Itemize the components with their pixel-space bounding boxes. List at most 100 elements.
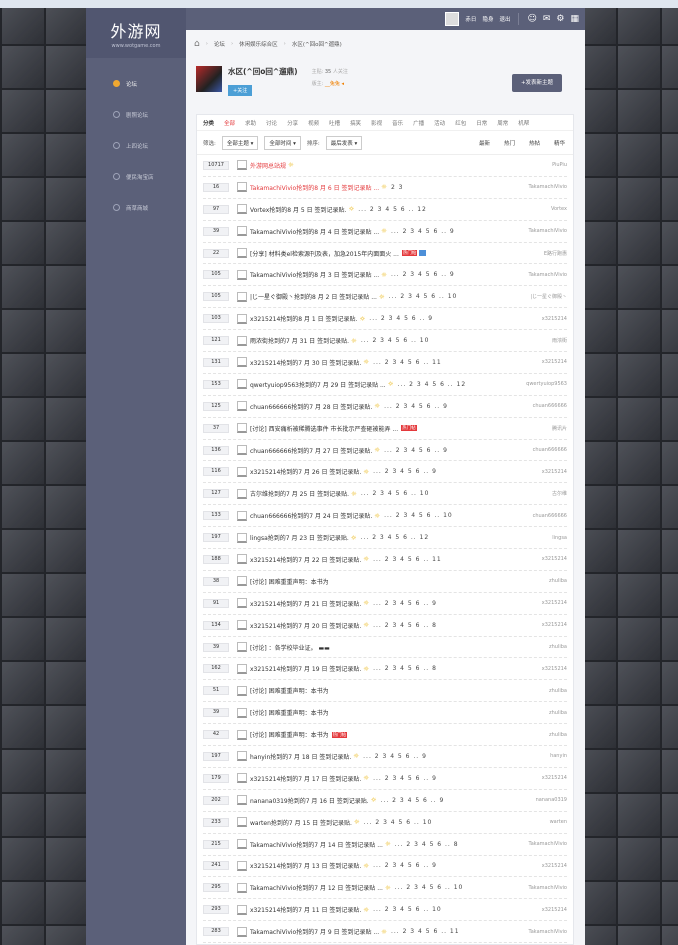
- thread-title[interactable]: 雨浓街抢到的7 月 31 日 签到记录贴.: [250, 336, 349, 345]
- category-tab[interactable]: 日常: [476, 119, 487, 127]
- thread-row[interactable]: 162 x3215214抢到的7 月 19 日 签到记录贴. ☼... 2 3 4 …: [203, 658, 567, 681]
- thread-author[interactable]: x3215214: [542, 775, 567, 781]
- thread-author[interactable]: x3215214: [542, 666, 567, 672]
- page-links[interactable]: ... 2 3 4 5 6 .. 9: [391, 228, 455, 235]
- thread-title[interactable]: [讨论] 困难重重声明：本书为: [250, 708, 329, 717]
- thread-row[interactable]: 42 [讨论] 困难重重声明：本书为 热门帖 zhuliba: [203, 724, 567, 747]
- page-links[interactable]: ... 2 3 4 5 6 .. 9: [369, 315, 433, 322]
- thread-author[interactable]: 腾讯片: [552, 425, 567, 432]
- follow-button[interactable]: +关注: [228, 85, 253, 96]
- thread-author[interactable]: x3215214: [542, 622, 567, 628]
- category-tab[interactable]: 广播: [413, 119, 424, 127]
- thread-title[interactable]: x3215214抢到的8 月 1 日 签到记录贴.: [250, 314, 357, 323]
- page-links[interactable]: ... 2 3 4 5 6 .. 9: [373, 775, 437, 782]
- thread-row[interactable]: 127 古尔维抢到的7 月 25 日 签到记录贴. ☼ ... 2 3 4 5 6 .…: [203, 483, 567, 506]
- thread-row[interactable]: 197 lingsa抢到的7 月 23 日 签到记录贴. ☼ ... 2 3 4 5 …: [203, 527, 567, 550]
- thread-title[interactable]: x3215214抢到的7 月 22 日 签到记录贴.: [250, 555, 361, 564]
- page-links[interactable]: ... 2 3 4 5 6 .. 9: [381, 797, 445, 804]
- gear-icon[interactable]: ⚙: [556, 14, 564, 24]
- thread-row[interactable]: 116 x3215214抢到的7 月 26 日 签到记录贴. ☼... 2 3 4 …: [203, 461, 567, 484]
- breadcrumb-item[interactable]: 论坛: [214, 40, 225, 48]
- thread-title[interactable]: [讨论] ：各学校毕业证。 ▬▬: [250, 643, 330, 652]
- thread-author[interactable]: |じ一星ぐ御殿丶: [530, 293, 567, 300]
- logout-link[interactable]: 退出: [499, 15, 510, 23]
- thread-author[interactable]: zhuliba: [549, 710, 567, 716]
- category-tab[interactable]: 搞笑: [350, 119, 361, 127]
- category-tab[interactable]: 红包: [455, 119, 466, 127]
- thread-title[interactable]: TakamachiVivio抢到的7 月 12 日 签到记录贴 ...: [250, 883, 383, 892]
- thread-title[interactable]: 古尔维抢到的7 月 25 日 签到记录贴.: [250, 489, 349, 498]
- thread-row[interactable]: 39 [讨论] 困难重重声明：本书为 zhuliba: [203, 702, 567, 725]
- thread-title[interactable]: warten抢到的7 月 15 日 签到记录贴.: [250, 818, 352, 827]
- thread-author[interactable]: x3215214: [542, 316, 567, 322]
- thread-author[interactable]: x3215214: [542, 907, 567, 913]
- thread-row[interactable]: 125 chuan666666抢到的7 月 28 日 签到记录贴. ☼... 2 3…: [203, 396, 567, 418]
- thread-row[interactable]: 241 x3215214抢到的7 月 13 日 签到记录贴. ☼... 2 3 4 …: [203, 856, 567, 878]
- thread-author[interactable]: x3215214: [542, 600, 567, 606]
- mail-icon[interactable]: ✉: [543, 14, 551, 24]
- page-links[interactable]: ... 2 3 4 5 6 .. 10: [373, 906, 442, 913]
- thread-author[interactable]: zhuliba: [549, 578, 567, 584]
- category-tab[interactable]: 求助: [245, 119, 256, 127]
- thread-title[interactable]: x3215214抢到的7 月 30 日 签到记录贴.: [250, 358, 361, 367]
- page-links[interactable]: ... 2 3 4 5 6 .. 8: [373, 622, 437, 629]
- thread-row[interactable]: 38 [讨论] 困难重重声明：本书为 zhuliba: [203, 571, 567, 593]
- page-links[interactable]: ... 2 3 4 5 6 .. 9: [373, 600, 437, 607]
- thread-row[interactable]: 103 x3215214抢到的8 月 1 日 签到记录贴. ☼... 2 3 4 5…: [203, 308, 567, 331]
- thread-title[interactable]: x3215214抢到的7 月 13 日 签到记录贴.: [250, 861, 361, 870]
- thread-author[interactable]: zhuliba: [549, 688, 567, 694]
- category-tab[interactable]: 音乐: [392, 119, 403, 127]
- thread-author[interactable]: 雨浓街: [552, 337, 567, 344]
- thread-title[interactable]: Vortex抢到的8 月 5 日 签到记录贴.: [250, 205, 346, 214]
- thread-title[interactable]: x3215214抢到的7 月 19 日 签到记录贴.: [250, 664, 361, 673]
- tab-hot-posts[interactable]: 热帖: [529, 139, 540, 147]
- user-icon[interactable]: ☺: [527, 14, 536, 24]
- thread-title[interactable]: chuan666666抢到的7 月 28 日 签到记录贴.: [250, 402, 372, 411]
- thread-row[interactable]: 188 x3215214抢到的7 月 22 日 签到记录贴. ☼... 2 3 4 …: [203, 549, 567, 571]
- thread-title[interactable]: chuan666666抢到的7 月 27 日 签到记录贴.: [250, 446, 372, 455]
- page-links[interactable]: ... 2 3 4 5 6 .. 12: [361, 534, 430, 541]
- page-links[interactable]: ... 2 3 4 5 6 .. 11: [391, 928, 460, 935]
- tab-newest[interactable]: 最新: [479, 139, 490, 147]
- thread-row[interactable]: 179 x3215214抢到的7 月 17 日 签到记录贴. ☼... 2 3 4 …: [203, 768, 567, 790]
- category-tab[interactable]: 吐槽: [329, 119, 340, 127]
- thread-author[interactable]: TakamachiVivio: [528, 885, 567, 891]
- page-links[interactable]: ... 2 3 4 5 6 .. 10: [395, 884, 464, 891]
- thread-title[interactable]: TakamachiVivio抢到的8 月 4 日 签到记录贴 ...: [250, 227, 379, 236]
- thread-row[interactable]: 134 x3215214抢到的7 月 20 日 签到记录贴. ☼... 2 3 4 …: [203, 615, 567, 637]
- tab-featured[interactable]: 精华: [554, 139, 565, 147]
- thread-title[interactable]: 外游网总站规: [250, 161, 286, 170]
- page-links[interactable]: ... 2 3 4 5 6 .. 12: [398, 381, 467, 388]
- page-links[interactable]: ... 2 3 4 5 6 .. 10: [361, 490, 430, 497]
- breadcrumb-item[interactable]: 休闲娱乐综合区: [239, 40, 278, 48]
- page-links[interactable]: ... 2 3 4 5 6 .. 10: [361, 337, 430, 344]
- sidebar-item-taobao-shop[interactable]: 便民淘宝店: [86, 161, 186, 192]
- category-tab[interactable]: 视频: [308, 119, 319, 127]
- thread-author[interactable]: TakamachiVivio: [528, 841, 567, 847]
- thread-author[interactable]: TakamachiVivio: [528, 272, 567, 278]
- page-links[interactable]: ... 2 3 4 5 6 .. 9: [391, 271, 455, 278]
- thread-title[interactable]: lingsa抢到的7 月 23 日 签到记录贴.: [250, 533, 349, 542]
- page-links[interactable]: ... 2 3 4 5 6 .. 9: [373, 862, 437, 869]
- category-tab[interactable]: 讨论: [266, 119, 277, 127]
- home-icon[interactable]: ⌂: [194, 39, 200, 49]
- thread-title[interactable]: [讨论] 困难重重声明：本书为: [250, 730, 329, 739]
- thread-row[interactable]: 105 |じ一星ぐ御殿丶抢到的8 月 2 日 签到记录贴 ... ☼ ... 2 3 …: [203, 286, 567, 309]
- page-links[interactable]: ... 2 3 4 5 6 .. 10: [389, 293, 458, 300]
- thread-author[interactable]: TakamachiVivio: [528, 228, 567, 234]
- tab-hot[interactable]: 热门: [504, 139, 515, 147]
- thread-author[interactable]: x3215214: [542, 469, 567, 475]
- thread-author[interactable]: lingsa: [552, 535, 567, 541]
- thread-title[interactable]: TakamachiVivio抢到的8 月 3 日 签到记录贴 ...: [250, 270, 379, 279]
- thread-title[interactable]: [讨论] 困难重重声明：本书为: [250, 577, 329, 586]
- sidebar-item-stills-forum[interactable]: 剧照论坛: [86, 99, 186, 130]
- page-links[interactable]: ... 2 3 4 5 6 .. 10: [364, 819, 433, 826]
- category-tab[interactable]: 活动: [434, 119, 445, 127]
- sidebar-item-sishang-forum[interactable]: 上四论坛: [86, 130, 186, 161]
- thread-author[interactable]: chuan666666: [533, 513, 567, 519]
- thread-title[interactable]: qwertyuiop9563抢到的7 月 29 日 签到记录贴 ...: [250, 380, 386, 389]
- thread-row[interactable]: 97 Vortex抢到的8 月 5 日 签到记录贴. ☼... 2 3 4 5 6 …: [203, 199, 567, 221]
- thread-author[interactable]: zhuliba: [549, 732, 567, 738]
- page-links[interactable]: ... 2 3 4 5 6 .. 8: [373, 665, 437, 672]
- thread-title[interactable]: x3215214抢到的7 月 20 日 签到记录贴.: [250, 621, 361, 630]
